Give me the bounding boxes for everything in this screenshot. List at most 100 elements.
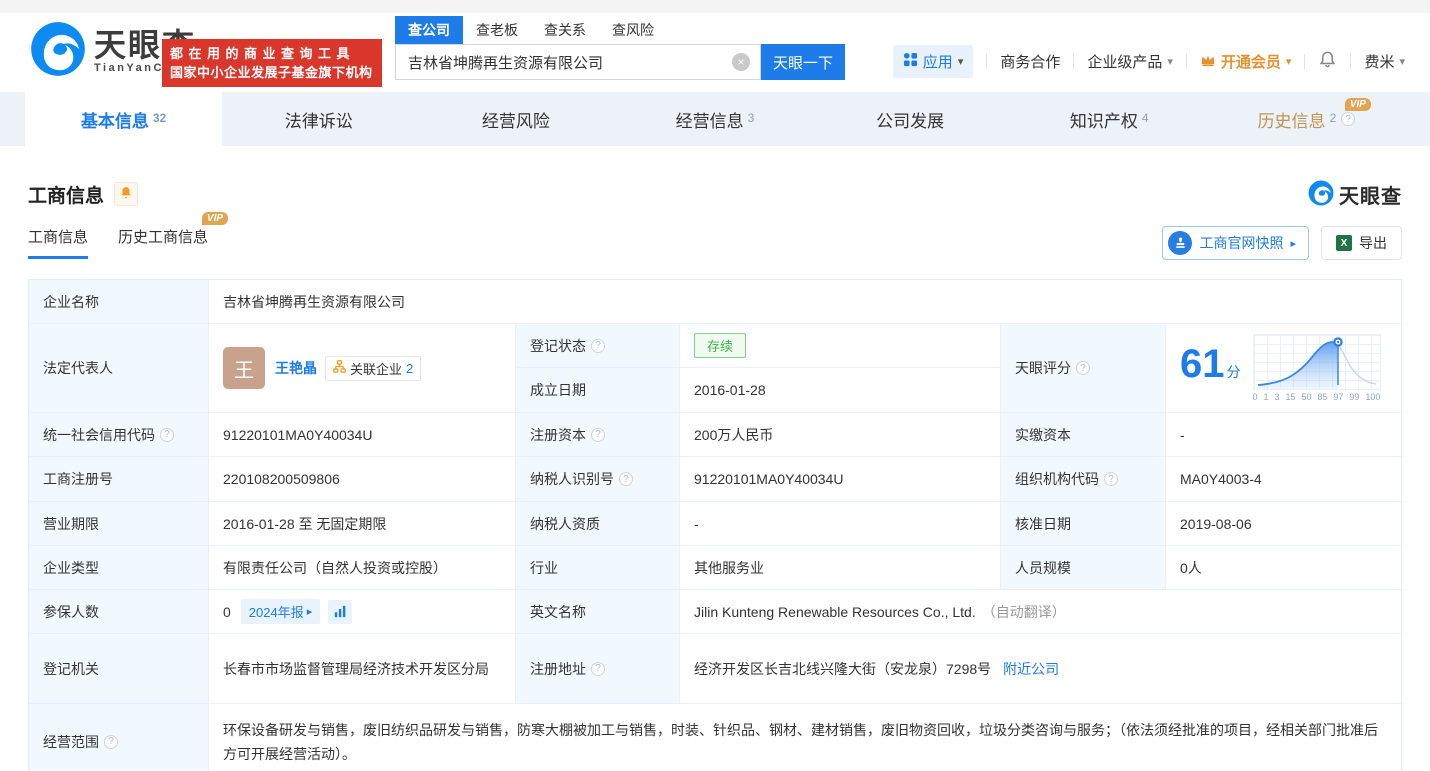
score-distribution-chart: 0131550859799100 (1253, 334, 1381, 402)
value-taxpayer-id: 91220101MA0Y40034U (680, 457, 1001, 502)
crown-icon (1200, 53, 1216, 71)
value-org-code: MA0Y4003-4 (1166, 457, 1403, 502)
bell-icon (119, 186, 133, 203)
vip-badge: VIP (1345, 98, 1371, 111)
help-icon[interactable]: ? (104, 735, 118, 749)
label-registered-address: 注册地址? (516, 634, 680, 704)
company-tabbar: 基本信息32 法律诉讼 经营风险 经营信息3 公司发展 知识产权4 VIP 历史… (0, 92, 1430, 146)
bell-icon (1318, 50, 1337, 73)
watermark-logo: 天眼查 (1308, 180, 1402, 209)
trend-chart-icon[interactable] (328, 600, 352, 624)
value-business-scope: 环保设备研发与销售，废旧纺织品研发与销售，防寒大棚被加工与销售，时装、针织品、钢… (209, 704, 1403, 771)
label-company-name: 企业名称 (29, 280, 209, 324)
value-insured-count: 0 2024年报▸ (209, 590, 516, 634)
export-button[interactable]: X 导出 (1321, 226, 1402, 260)
search-tab-relation[interactable]: 查关系 (531, 16, 599, 44)
slogan-banner: 都在用的商业查询工具 国家中小企业发展子基金旗下机构 (162, 39, 382, 87)
tab-basic-info[interactable]: 基本信息32 (25, 92, 222, 146)
score-axis-ticks: 0131550859799100 (1253, 392, 1381, 402)
value-company-name: 吉林省坤腾再生资源有限公司 (209, 280, 1403, 324)
nav-open-member[interactable]: 开通会员 ▾ (1200, 51, 1292, 72)
label-tianyan-score: 天眼评分? (1001, 324, 1166, 413)
label-registration-status: 登记状态? (516, 324, 680, 368)
tab-company-development[interactable]: 公司发展 (814, 92, 1011, 146)
nav-user[interactable]: 费米 ▾ (1364, 51, 1405, 72)
avatar[interactable]: 王 (223, 347, 265, 389)
label-business-term: 营业期限 (29, 502, 209, 546)
help-icon[interactable]: ? (591, 662, 605, 676)
tab-operating-risk[interactable]: 经营风险 (419, 92, 616, 146)
label-taxpayer-id: 纳税人识别号? (516, 457, 680, 502)
section-title: 工商信息 (28, 181, 104, 208)
tab-intellectual-property[interactable]: 知识产权4 (1011, 92, 1208, 146)
chevron-down-icon: ▾ (1399, 55, 1405, 68)
help-icon[interactable]: ? (1341, 112, 1355, 126)
search-input[interactable]: 吉林省坤腾再生资源有限公司 × (395, 44, 761, 80)
auto-translate-note: （自动翻译） (982, 602, 1066, 622)
nearby-companies-link[interactable]: 附近公司 (1003, 659, 1059, 679)
tab-legal[interactable]: 法律诉讼 (222, 92, 419, 146)
value-paid-capital: - (1166, 413, 1403, 457)
tianyancha-swirl-icon (1308, 180, 1334, 209)
label-industry: 行业 (516, 546, 680, 590)
search-block: 查公司 查老板 查关系 查风险 吉林省坤腾再生资源有限公司 × 天眼一下 (395, 18, 845, 80)
value-english-name: Jilin Kunteng Renewable Resources Co., L… (680, 590, 1403, 634)
chevron-down-icon: ▾ (1286, 55, 1292, 68)
value-staff-size: 0人 (1166, 546, 1403, 590)
nav-notifications[interactable] (1318, 50, 1337, 73)
status-badge: 存续 (694, 333, 746, 358)
search-tab-company[interactable]: 查公司 (395, 16, 463, 44)
arrow-right-icon: ▸ (307, 605, 313, 618)
value-registration-number: 220108200509806 (209, 457, 516, 502)
value-registered-address: 经济开发区长吉北线兴隆大街（安龙泉）7298号 附近公司 (680, 634, 1403, 704)
label-business-scope: 经营范围? (29, 704, 209, 771)
tab-history-info[interactable]: VIP 历史信息2 ? (1208, 92, 1405, 146)
help-icon[interactable]: ? (1076, 361, 1090, 375)
tianyancha-swirl-icon (30, 21, 86, 80)
business-info-table: 企业名称 吉林省坤腾再生资源有限公司 法定代表人 王 王艳晶 关联企业 2 登记… (28, 279, 1402, 771)
chevron-down-icon: ▾ (1167, 55, 1173, 68)
label-paid-capital: 实缴资本 (1001, 413, 1166, 457)
value-legal-representative: 王 王艳晶 关联企业 2 (209, 324, 516, 413)
label-establish-date: 成立日期 (516, 368, 680, 413)
legal-rep-link[interactable]: 王艳晶 (275, 358, 317, 378)
label-org-code: 组织机构代码? (1001, 457, 1166, 502)
help-icon[interactable]: ? (1104, 472, 1118, 486)
excel-icon: X (1336, 235, 1352, 251)
search-tab-risk[interactable]: 查风险 (599, 16, 667, 44)
value-credit-code: 91220101MA0Y40034U (209, 413, 516, 457)
label-registered-capital: 注册资本? (516, 413, 680, 457)
value-tianyan-score[interactable]: 61分 (1166, 324, 1403, 413)
help-icon[interactable]: ? (591, 428, 605, 442)
annual-report-badge[interactable]: 2024年报▸ (241, 599, 320, 624)
official-snapshot-button[interactable]: 工商官网快照 ▸ (1162, 226, 1309, 260)
divider (1186, 54, 1187, 69)
main-content: 工商信息 天眼查 工商信息 VIP 历史工商信息 (0, 146, 1430, 771)
divider (1304, 54, 1305, 69)
divider (986, 54, 987, 69)
search-tab-boss[interactable]: 查老板 (463, 16, 531, 44)
top-strip (0, 0, 1430, 13)
divider (1073, 54, 1074, 69)
help-icon[interactable]: ? (619, 472, 633, 486)
help-icon[interactable]: ? (591, 339, 605, 353)
value-registry-authority: 长春市市场监督管理局经济技术开发区分局 (209, 634, 516, 704)
value-establish-date: 2016-01-28 (680, 368, 1001, 413)
related-companies-badge[interactable]: 关联企业 2 (325, 356, 421, 381)
label-registry-authority: 登记机关 (29, 634, 209, 704)
help-icon[interactable]: ? (160, 428, 174, 442)
clear-icon[interactable]: × (732, 53, 750, 71)
nav-apps[interactable]: 应用 ▾ (893, 45, 974, 78)
tab-operating-info[interactable]: 经营信息3 (616, 92, 813, 146)
subscribe-bell-button[interactable] (114, 182, 138, 206)
search-button[interactable]: 天眼一下 (761, 44, 845, 80)
nav-cooperation[interactable]: 商务合作 (1000, 51, 1060, 72)
nav-enterprise[interactable]: 企业级产品 ▾ (1087, 51, 1173, 72)
label-approval-date: 核准日期 (1001, 502, 1166, 546)
arrow-right-icon: ▸ (1290, 237, 1296, 250)
label-taxpayer-quality: 纳税人资质 (516, 502, 680, 546)
subtab-history-business-info[interactable]: VIP 历史工商信息 (118, 226, 208, 259)
subtab-business-info[interactable]: 工商信息 (28, 226, 88, 259)
divider (1350, 54, 1351, 69)
label-company-type: 企业类型 (29, 546, 209, 590)
